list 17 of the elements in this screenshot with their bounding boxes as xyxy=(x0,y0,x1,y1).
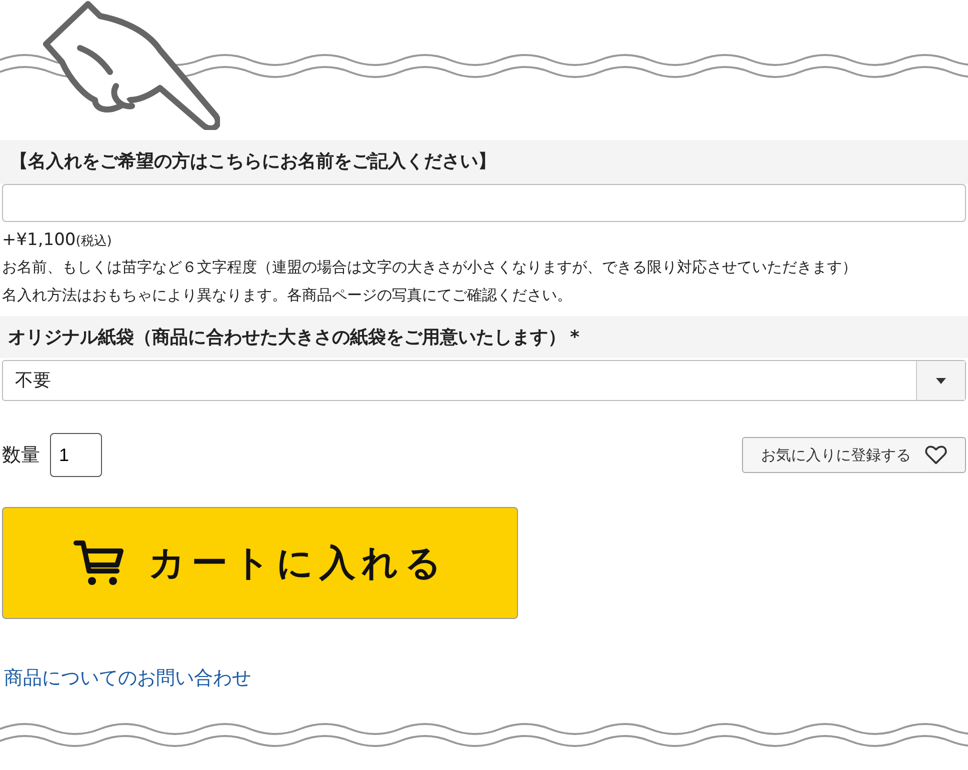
section-heading: オリジナル紙袋（商品に合わせた大きさの紙袋をご用意いたします） xyxy=(8,326,566,349)
note-text: 名入れ方法はおもちゃにより異なります。各商品ページの写真にてご確認ください。 xyxy=(2,285,573,306)
pointing-hand-icon xyxy=(40,0,220,130)
price-text: +¥1,100(税込) xyxy=(1,230,113,250)
favorite-button[interactable]: お気に入りに登録する xyxy=(742,437,966,473)
cart-icon xyxy=(72,539,124,587)
section-heading: 【名入れをご希望の方はこちらにお名前をご記入ください】 xyxy=(0,140,968,184)
inquiry-link[interactable]: 商品についてのお問い合わせ xyxy=(4,665,251,691)
note-text: お名前、もしくは苗字など６文字程度（連盟の場合は文字の大きさが小さくなりますが、できる限り対応させていただきます） xyxy=(2,257,858,278)
quantity-input-field[interactable]: 1 xyxy=(50,433,102,477)
heart-icon xyxy=(925,445,947,465)
quantity-label: 数量 xyxy=(2,443,40,468)
name-input-field[interactable] xyxy=(2,184,966,222)
caret-icon xyxy=(936,378,946,384)
required-mark: * xyxy=(570,326,580,348)
add-to-cart-button[interactable]: カートに入れる xyxy=(2,507,518,619)
bag-dropdown[interactable]: 不要 xyxy=(2,360,966,401)
